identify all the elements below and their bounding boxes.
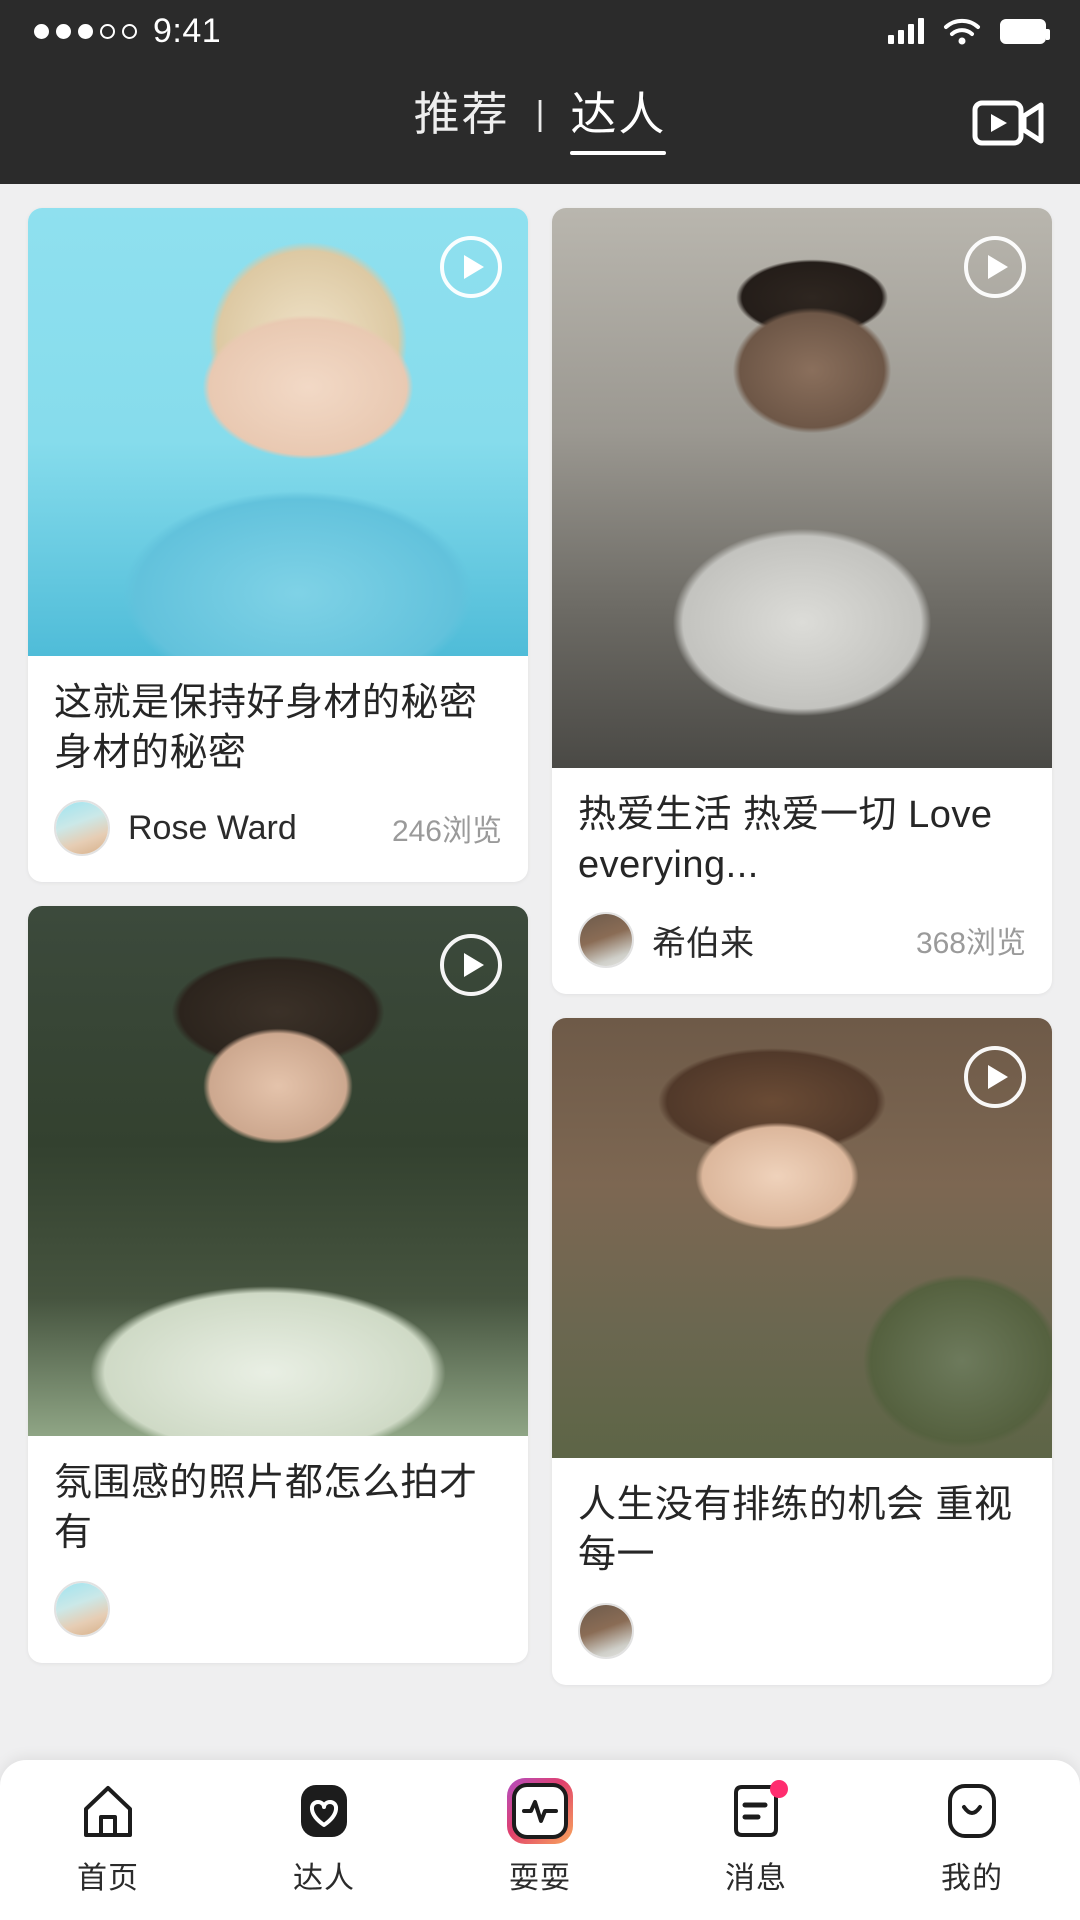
avatar xyxy=(54,1580,110,1637)
status-bar: 9:41 xyxy=(0,0,1080,62)
author-name: Rose Ward xyxy=(128,808,297,847)
card-author[interactable]: 希伯来 xyxy=(578,912,754,969)
feed-column-left: 这就是保持好身材的秘密身材的秘密 Rose Ward 246浏览 氛围感的照片都… xyxy=(28,208,528,1663)
header-tabs: 推荐 | 达人 xyxy=(414,91,667,155)
nav-label-play: 耍耍 xyxy=(509,1862,571,1895)
avatar xyxy=(578,1602,634,1659)
card-thumbnail[interactable] xyxy=(552,208,1052,768)
feed-grid: 这就是保持好身材的秘密身材的秘密 Rose Ward 246浏览 氛围感的照片都… xyxy=(0,184,1080,1920)
nav-label-home: 首页 xyxy=(77,1862,139,1895)
feed-card[interactable]: 热爱生活 热爱一切 Love everying... 希伯来 368浏览 xyxy=(552,208,1052,995)
view-count: 368浏览 xyxy=(915,927,1026,961)
author-name: 希伯来 xyxy=(652,924,754,963)
status-bar-right xyxy=(888,16,1050,46)
video-camera-icon[interactable] xyxy=(972,96,1046,150)
card-thumbnail[interactable] xyxy=(28,208,528,656)
status-bar-time: 9:41 xyxy=(153,11,222,50)
nav-item-message[interactable]: 消息 xyxy=(648,1760,864,1920)
nav-item-home[interactable]: 首页 xyxy=(0,1760,216,1920)
avatar xyxy=(54,800,110,857)
card-author[interactable]: Rose Ward xyxy=(54,800,297,857)
play-circle-icon[interactable] xyxy=(440,934,502,997)
tab-separator: | xyxy=(535,94,545,133)
feed-card[interactable]: 人生没有排练的机会 重视每一 xyxy=(552,1018,1052,1685)
battery-icon xyxy=(1000,18,1050,44)
card-title: 这就是保持好身材的秘密身材的秘密 xyxy=(54,682,478,775)
nav-item-profile[interactable]: 我的 xyxy=(864,1760,1080,1920)
card-title: 人生没有排练的机会 重视每一 xyxy=(578,1484,1013,1577)
cellular-signal-icon xyxy=(888,18,924,44)
pulse-icon xyxy=(507,1778,573,1844)
carrier-dots-icon xyxy=(34,23,137,39)
nav-label-profile: 我的 xyxy=(941,1862,1003,1895)
smiley-icon xyxy=(948,1784,996,1838)
play-circle-icon[interactable] xyxy=(440,236,502,298)
header-bar: 推荐 | 达人 xyxy=(0,62,1080,184)
card-thumbnail[interactable] xyxy=(552,1018,1052,1459)
feed-card[interactable]: 氛围感的照片都怎么拍才有 xyxy=(28,906,528,1663)
card-thumbnail[interactable] xyxy=(28,906,528,1437)
card-footer: Rose Ward 246浏览 xyxy=(28,778,528,882)
feed-card[interactable]: 这就是保持好身材的秘密身材的秘密 Rose Ward 246浏览 xyxy=(28,208,528,883)
avatar xyxy=(578,912,634,969)
notification-badge xyxy=(770,1780,788,1798)
play-circle-icon[interactable] xyxy=(964,1046,1026,1109)
message-icon xyxy=(728,1780,788,1839)
feed-column-right: 热爱生活 热爱一切 Love everying... 希伯来 368浏览 人生没… xyxy=(552,208,1052,1685)
tab-recommend[interactable]: 推荐 xyxy=(414,91,510,155)
card-footer xyxy=(28,1559,528,1663)
app-root: 9:41 推荐 | 达人 这就是保持好身材的秘密身材的秘密 Rose Ward … xyxy=(0,0,1080,1920)
heart-icon xyxy=(301,1785,347,1837)
card-title: 热爱生活 热爱一切 Love everying... xyxy=(578,794,993,887)
nav-label-message: 消息 xyxy=(725,1862,787,1895)
card-author[interactable] xyxy=(54,1580,128,1637)
wifi-icon xyxy=(944,18,980,45)
tab-talent[interactable]: 达人 xyxy=(570,91,667,155)
status-bar-left: 9:41 xyxy=(34,12,221,51)
view-count: 246浏览 xyxy=(391,815,502,849)
nav-item-talent[interactable]: 达人 xyxy=(216,1760,432,1920)
card-author[interactable] xyxy=(578,1602,652,1659)
play-circle-icon[interactable] xyxy=(964,236,1026,298)
card-footer: 希伯来 368浏览 xyxy=(552,890,1052,994)
home-icon xyxy=(84,1786,132,1837)
card-title: 氛围感的照片都怎么拍才有 xyxy=(54,1462,478,1555)
nav-item-play[interactable]: 耍耍 xyxy=(432,1760,648,1920)
card-footer xyxy=(552,1581,1052,1685)
bottom-tab-bar: 首页 达人 耍耍 消息 我的 xyxy=(0,1760,1080,1920)
nav-label-talent: 达人 xyxy=(293,1862,355,1895)
